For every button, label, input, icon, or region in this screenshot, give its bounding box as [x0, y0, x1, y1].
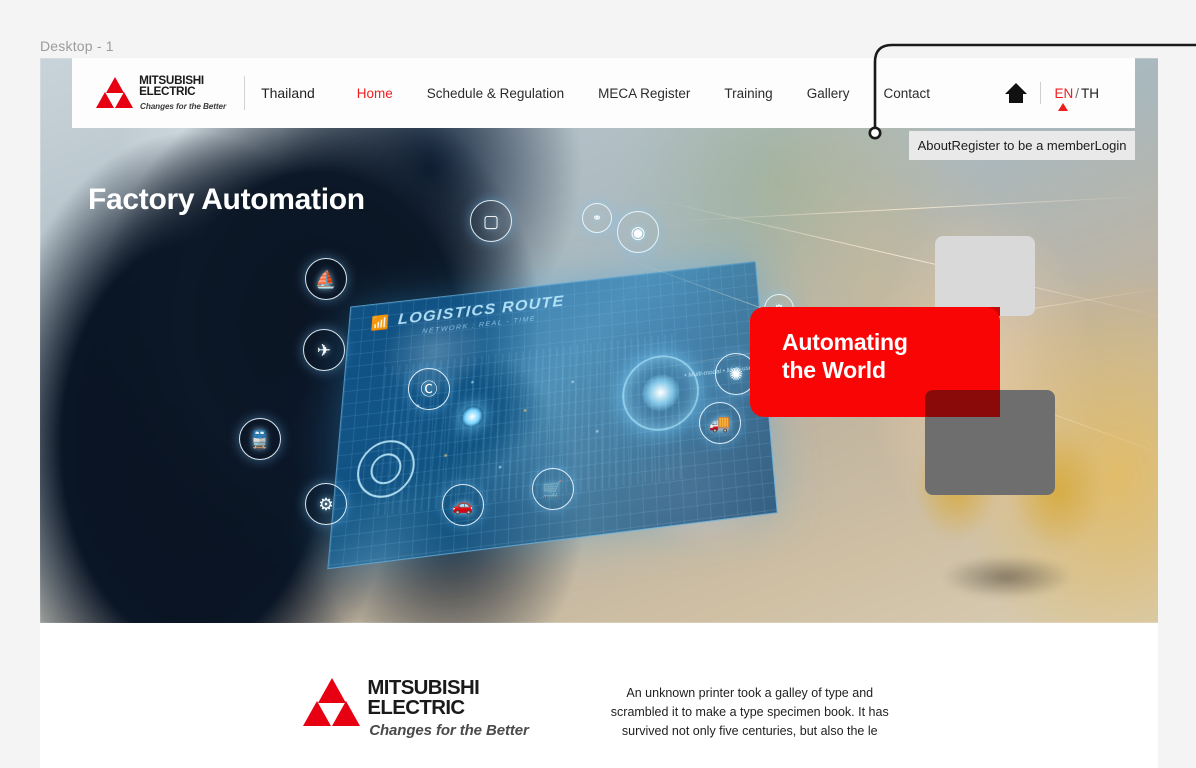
decor-light-square — [935, 236, 1035, 316]
automating-badge-line2: the World — [782, 357, 886, 384]
automating-badge-text: Automating the World — [782, 328, 908, 384]
screen: Desktop - 1 📶 LOGISTICS ROUTE NETWORK : … — [0, 0, 1196, 768]
nav-item-meca[interactable]: MECA Register — [598, 86, 690, 101]
brand-wordmark: MITSUBISHI ELECTRIC Changes for the Bett… — [139, 75, 227, 111]
footer-logo-line1: MITSUBISHI — [367, 677, 480, 699]
footer-brand: MITSUBISHI ELECTRIC Changes for the Bett… — [303, 678, 529, 741]
brand-divider — [244, 76, 246, 110]
nav-item-schedule[interactable]: Schedule & Regulation — [427, 86, 564, 101]
main-navigation: Home Schedule & Regulation MECA Register… — [357, 86, 964, 101]
hero-title: Factory Automation — [88, 183, 365, 216]
dropdown-item-register[interactable]: Register to be a member — [952, 138, 1095, 153]
copyright-icon: Ⓒ — [408, 368, 450, 410]
caret-up-icon — [1058, 102, 1069, 111]
footer-tagline: Changes for the Better — [369, 722, 529, 739]
truck-icon: 🚚 — [699, 402, 741, 444]
brand-country: Thailand — [261, 85, 315, 101]
mitsubishi-three-diamonds-icon — [96, 77, 134, 109]
language-separator: / — [1075, 85, 1079, 101]
nav-item-training[interactable]: Training — [724, 86, 772, 101]
language-switcher[interactable]: EN / TH — [1054, 85, 1099, 111]
home-icon[interactable] — [1005, 83, 1028, 103]
shopping-cart-icon: 🛒 — [532, 468, 574, 510]
factory-robot-icon: ⚙ — [305, 483, 347, 525]
train-icon: 🚆 — [239, 418, 281, 460]
nav-item-gallery[interactable]: Gallery — [807, 86, 850, 101]
footer-blurb: An unknown printer took a galley of type… — [610, 686, 889, 738]
airplane-icon: ✈ — [303, 329, 345, 371]
automating-badge-line1: Automating — [782, 329, 908, 355]
nav-item-home[interactable]: Home — [357, 86, 393, 101]
language-other[interactable]: TH — [1081, 86, 1099, 101]
link-icon: ⚭ — [582, 203, 612, 233]
footer-logo-line2: ELECTRIC — [367, 697, 466, 719]
decor-dark-square-overlap — [925, 390, 1000, 417]
site-header: MITSUBISHI ELECTRIC Changes for the Bett… — [72, 58, 1135, 128]
account-dropdown[interactable]: About Register to be a member Login — [909, 131, 1135, 160]
brand-tagline: Changes for the Better — [140, 101, 227, 111]
wifi-icon: 📶 — [370, 314, 390, 332]
header-divider — [1040, 82, 1042, 104]
dropdown-item-login[interactable]: Login — [1095, 138, 1127, 153]
footer-wordmark: MITSUBISHI ELECTRIC Changes for the Bett… — [367, 677, 529, 739]
brand-logo-line2: ELECTRIC — [139, 86, 196, 98]
dropdown-item-about[interactable]: About — [918, 138, 952, 153]
header-actions: EN / TH — [1005, 82, 1135, 111]
car-icon: 🚗 — [442, 484, 484, 526]
mitsubishi-three-diamonds-icon — [303, 678, 361, 728]
brand-block[interactable]: MITSUBISHI ELECTRIC Changes for the Bett… — [72, 75, 315, 111]
desktop-label: Desktop - 1 — [40, 38, 114, 54]
ship-icon: ⛵ — [305, 258, 347, 300]
nav-item-contact[interactable]: Contact — [883, 86, 930, 101]
footer-section: MITSUBISHI ELECTRIC Changes for the Bett… — [40, 623, 1158, 768]
page-canvas: 📶 LOGISTICS ROUTE NETWORK : REAL - TIME … — [40, 58, 1158, 768]
package-icon: ▢ — [470, 200, 512, 242]
camera-icon: ◉ — [617, 211, 659, 253]
language-current[interactable]: EN — [1054, 86, 1073, 101]
